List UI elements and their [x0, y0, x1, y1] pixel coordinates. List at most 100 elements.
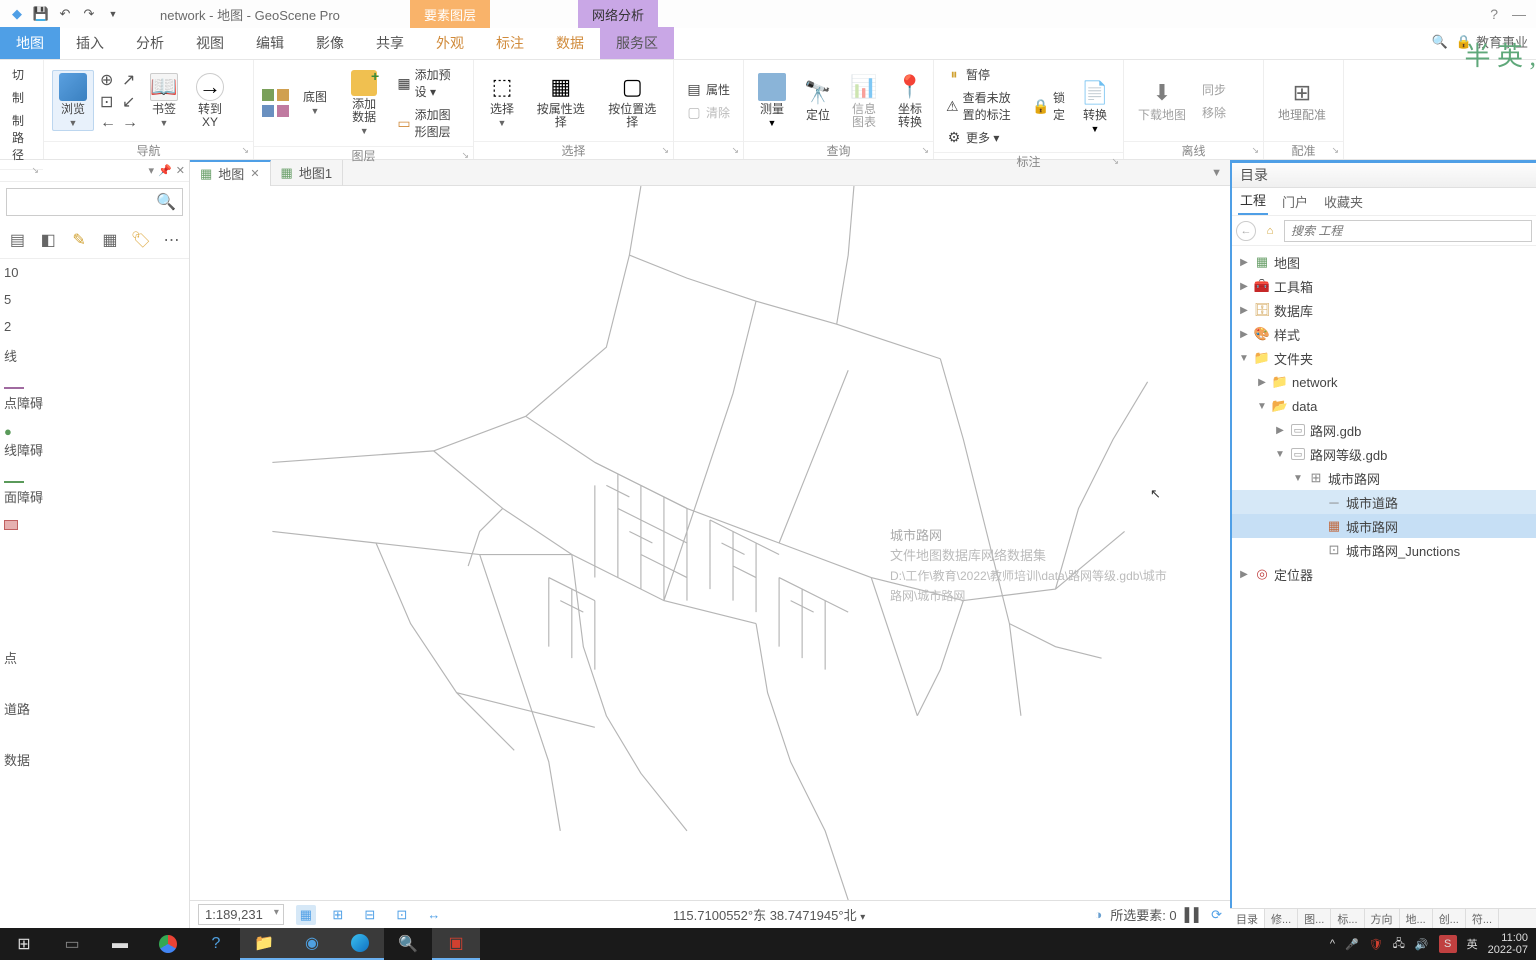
tree-gdb1[interactable]: ▶▭路网.gdb [1232, 418, 1536, 442]
tray-vol-icon[interactable]: 🔊 [1415, 938, 1429, 951]
list-item[interactable]: 10 [0, 259, 189, 286]
list-drawing-icon[interactable]: ▤ [6, 228, 29, 252]
edge-icon[interactable] [336, 928, 384, 960]
app-icon[interactable]: ◆ [8, 5, 26, 23]
measure-button[interactable]: 测量▼ [752, 71, 792, 130]
btab-7[interactable]: 符... [1466, 909, 1499, 928]
command-search-icon[interactable]: 🔍 [1432, 34, 1448, 50]
btab-2[interactable]: 图... [1298, 909, 1331, 928]
btab-3[interactable]: 标... [1331, 909, 1364, 928]
tabs-dropdown-icon[interactable]: ▼ [1203, 167, 1230, 179]
undo-icon[interactable]: ↶ [56, 5, 74, 23]
tab-analysis[interactable]: 分析 [120, 27, 180, 59]
tray-mic-icon[interactable]: 🎤 [1345, 938, 1359, 951]
tree-maps[interactable]: ▶▦地图 [1232, 250, 1536, 274]
tab-map[interactable]: 地图 [0, 27, 60, 59]
tree-toolboxes[interactable]: ▶🧰工具箱 [1232, 274, 1536, 298]
bookmarks-button[interactable]: 📖书签▼ [144, 71, 184, 130]
files-icon[interactable]: 📁 [240, 928, 288, 960]
cat-up-icon[interactable]: ⌂ [1260, 221, 1280, 241]
catalog-tree[interactable]: ▶▦地图 ▶🧰工具箱 ▶🗄数据库 ▶🎨样式 ▼📁文件夹 ▶📁network ▼📂… [1232, 246, 1536, 928]
tree-locators[interactable]: ▶◎定位器 [1232, 562, 1536, 586]
gotoxy-button[interactable]: →转到 XY [190, 71, 230, 131]
tray-shield-icon[interactable]: 🛡 [1369, 938, 1383, 951]
explorer-icon[interactable]: ▬ [96, 928, 144, 960]
list-item[interactable]: 5 [0, 286, 189, 313]
tree-fc1[interactable]: ─城市道路 [1232, 490, 1536, 514]
everything-icon[interactable]: 🔍 [384, 928, 432, 960]
ime-indicator[interactable]: S [1439, 935, 1457, 953]
btab-6[interactable]: 创... [1433, 909, 1466, 928]
list-item[interactable]: 线障碍 [0, 434, 189, 465]
list-item[interactable]: 面障碍 [0, 481, 189, 512]
lock-label-button[interactable]: 🔒锁定 [1029, 87, 1069, 125]
select-button[interactable]: ⬚选择▼ [482, 71, 522, 130]
view-unplaced-button[interactable]: ⚠查看未放置的标注 [942, 87, 1023, 125]
context-tab-features[interactable]: 要素图层 [410, 0, 490, 28]
list-item[interactable]: ● [0, 418, 189, 434]
chrome-icon[interactable] [144, 928, 192, 960]
refresh-icon[interactable]: ⟳ [1211, 907, 1222, 923]
tree-styles[interactable]: ▶🎨样式 [1232, 322, 1536, 346]
basemap-button[interactable]: 底图▼ [295, 89, 335, 118]
zoom-out-icon[interactable]: ↙ [122, 92, 138, 112]
list-item[interactable]: 数据 [0, 744, 189, 775]
list-edit-icon[interactable]: ✎ [68, 228, 91, 252]
catalog-tab-fav[interactable]: 收藏夹 [1322, 188, 1365, 215]
map-view[interactable]: 城市路网 文件地图数据库网络数据集 D:\工作\教育\2022\教师培训\dat… [190, 186, 1230, 900]
list-label-icon[interactable]: 🏷 [129, 228, 152, 252]
contents-search[interactable]: 🔍 [6, 188, 183, 216]
clear-button[interactable]: ▢清除 [682, 102, 734, 123]
select-by-attr-button[interactable]: ▦按属性选择 [528, 71, 594, 131]
list-item[interactable]: 点 [0, 642, 189, 673]
zoom-sel-icon[interactable]: ⊡ [100, 92, 116, 112]
list-source-icon[interactable]: ◧ [37, 228, 60, 252]
start-button[interactable]: ⊞ [0, 928, 48, 960]
list-more-icon[interactable]: ⋯ [160, 228, 183, 252]
panel-dropdown-icon[interactable]: ▾ [149, 164, 155, 177]
help-icon[interactable]: ? [1490, 6, 1498, 22]
app1-icon[interactable]: ◉ [288, 928, 336, 960]
tab-share[interactable]: 共享 [360, 27, 420, 59]
context-tab-network[interactable]: 网络分析 [578, 0, 658, 28]
snap-icon[interactable]: ▦ [296, 905, 316, 925]
close-tab-icon[interactable]: ✕ [250, 167, 259, 180]
copy-button[interactable]: 制 [8, 87, 35, 108]
tree-folders[interactable]: ▼📁文件夹 [1232, 346, 1536, 370]
dyn-icon[interactable]: ⊟ [360, 905, 380, 925]
tray-up-icon[interactable]: ^ [1330, 938, 1335, 950]
next-extent-icon[interactable]: → [122, 114, 138, 132]
powerpoint-icon[interactable]: ▣ [432, 928, 480, 960]
addpreset-button[interactable]: ▦添加预设 ▾ [393, 64, 465, 102]
btab-1[interactable]: 修... [1265, 909, 1298, 928]
tab-edit[interactable]: 编辑 [240, 27, 300, 59]
panel-pin-icon[interactable]: 📌 [158, 164, 172, 177]
cor-icon[interactable]: ↔ [424, 905, 444, 925]
list-item[interactable] [0, 465, 189, 481]
explore-button[interactable]: 浏览▼ [52, 70, 94, 131]
constr-icon[interactable]: ⊡ [392, 905, 412, 925]
panel-close-icon[interactable]: ✕ [176, 164, 185, 177]
grid-icon[interactable]: ⊞ [328, 905, 348, 925]
tab-appearance[interactable]: 外观 [420, 27, 480, 59]
zoom-in-icon[interactable]: ↗ [122, 70, 138, 90]
tab-insert[interactable]: 插入 [60, 27, 120, 59]
addgraphic-button[interactable]: ▭添加图形图层 [393, 104, 465, 142]
list-item[interactable] [0, 371, 189, 387]
pause-label-button[interactable]: ⏸暂停 [942, 64, 1023, 85]
save-icon[interactable]: 💾 [32, 5, 50, 23]
list-item[interactable]: 线 [0, 340, 189, 371]
coord-convert-button[interactable]: 📍坐标转换 [890, 71, 930, 131]
tree-databases[interactable]: ▶🗄数据库 [1232, 298, 1536, 322]
tray-net-icon[interactable]: 🖧 [1393, 935, 1405, 954]
list-item[interactable]: 2 [0, 313, 189, 340]
locate-button[interactable]: 🔭定位 [798, 77, 838, 124]
zoom-full-icon[interactable]: ⊕ [100, 70, 116, 90]
convert-button[interactable]: 📄转换▼ [1075, 77, 1115, 136]
minimize-icon[interactable]: — [1512, 6, 1526, 22]
tab-imagery[interactable]: 影像 [300, 27, 360, 59]
contents-list[interactable]: 10 5 2 线 点障碍 ● 线障碍 面障碍 点 道路 数据 [0, 259, 189, 928]
infographics-button[interactable]: 📊信息图表 [844, 71, 884, 131]
qat-dropdown-icon[interactable]: ▼ [104, 5, 122, 23]
btab-4[interactable]: 方向 [1365, 909, 1400, 928]
